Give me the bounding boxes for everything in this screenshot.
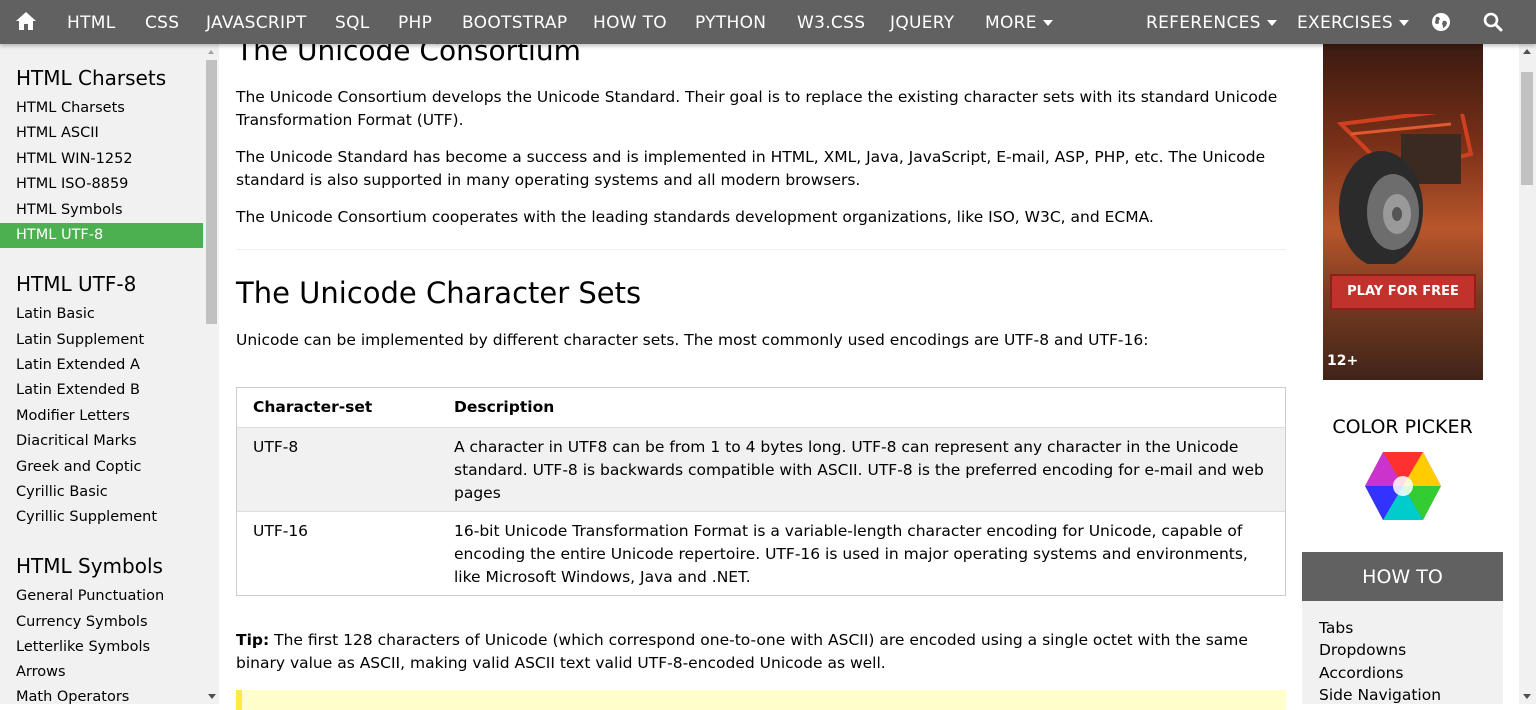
caret-down-icon (1266, 20, 1277, 26)
sidebar-item-cyrillic-supplement[interactable]: Cyrillic Supplement (0, 505, 203, 530)
sidebar: HTML Charsets HTML Charsets HTML ASCII H… (0, 44, 219, 704)
sidebar-item-arrows[interactable]: Arrows (0, 660, 203, 685)
page-scrollbar[interactable] (1519, 44, 1536, 704)
sidebar-item-math-operators[interactable]: Math Operators (0, 685, 203, 704)
sidebar-heading-charsets: HTML Charsets (16, 66, 167, 90)
nav-python[interactable]: PYTHON (695, 0, 766, 44)
howto-item-accordions[interactable]: Accordions (1319, 664, 1404, 682)
tip-paragraph: Tip: The first 128 characters of Unicode… (236, 629, 1286, 675)
nav-html[interactable]: HTML (67, 0, 116, 44)
nav-howto[interactable]: HOW TO (593, 0, 667, 44)
color-picker-label[interactable]: COLOR PICKER (1302, 416, 1503, 438)
divider (236, 249, 1286, 250)
advertisement[interactable]: PLAY FOR FREE 12+ (1323, 44, 1483, 380)
nav-more[interactable]: MORE (985, 0, 1053, 44)
tip-text: The first 128 characters of Unicode (whi… (236, 631, 1248, 672)
sidebar-item-html-symbols[interactable]: HTML Symbols (0, 198, 203, 223)
howto-item-dropdowns[interactable]: Dropdowns (1319, 641, 1406, 659)
sidebar-item-html-charsets[interactable]: HTML Charsets (0, 96, 203, 121)
scroll-up-arrow-icon[interactable] (1523, 49, 1531, 54)
sidebar-item-latin-extended-b[interactable]: Latin Extended B (0, 378, 203, 403)
nav-exercises-label: EXERCISES (1297, 13, 1394, 33)
sidebar-heading-symbols: HTML Symbols (16, 554, 163, 578)
caret-down-icon (1042, 20, 1053, 26)
howto-item-tabs[interactable]: Tabs (1319, 619, 1353, 637)
table-cell-description: 16-bit Unicode Transformation Format is … (454, 522, 1248, 586)
nav-references-label: REFERENCES (1146, 13, 1261, 33)
sidebar-item-modifier-letters[interactable]: Modifier Letters (0, 404, 203, 429)
paragraph-consortium-1: The Unicode Consortium develops the Unic… (236, 88, 1278, 129)
paragraph-sets-intro: Unicode can be implemented by different … (236, 331, 1149, 349)
sidebar-item-html-utf-8[interactable]: HTML UTF-8 (0, 223, 203, 248)
nav-css[interactable]: CSS (145, 0, 179, 44)
table-cell-charset: UTF-8 (253, 438, 299, 456)
tip-label: Tip: (236, 631, 270, 649)
nav-exercises[interactable]: EXERCISES (1297, 0, 1410, 44)
home-icon[interactable] (15, 11, 37, 31)
howto-item-side-navigation[interactable]: Side Navigation (1319, 686, 1441, 704)
scroll-down-arrow-icon[interactable] (208, 694, 216, 699)
table-row: UTF-8 A character in UTF8 can be from 1 … (237, 428, 1285, 512)
caret-down-icon (1399, 20, 1410, 26)
sidebar-item-greek-coptic[interactable]: Greek and Coptic (0, 455, 203, 480)
nav-php[interactable]: PHP (398, 0, 432, 44)
sidebar-item-latin-extended-a[interactable]: Latin Extended A (0, 353, 203, 378)
nav-javascript[interactable]: JAVASCRIPT (206, 0, 307, 44)
howto-panel: HOW TO Tabs Dropdowns Accordions Side Na… (1302, 552, 1503, 704)
nav-more-label: MORE (985, 13, 1037, 33)
nav-references[interactable]: REFERENCES (1146, 0, 1277, 44)
sidebar-scroll-thumb[interactable] (206, 60, 217, 324)
sidebar-scrollbar[interactable] (204, 44, 219, 704)
note-box (236, 690, 1286, 710)
sidebar-item-html-iso-8859[interactable]: HTML ISO-8859 (0, 172, 203, 197)
sidebar-heading-utf8: HTML UTF-8 (16, 272, 137, 296)
scroll-down-arrow-icon[interactable] (1523, 694, 1531, 699)
nav-w3css[interactable]: W3.CSS (797, 0, 865, 44)
search-icon[interactable] (1483, 12, 1503, 32)
paragraph-consortium-3: The Unicode Consortium cooperates with t… (236, 208, 1154, 226)
sidebar-item-cyrillic-basic[interactable]: Cyrillic Basic (0, 480, 203, 505)
sidebar-item-currency-symbols[interactable]: Currency Symbols (0, 610, 203, 635)
sidebar-item-latin-basic[interactable]: Latin Basic (0, 302, 203, 327)
charset-table: Character-set Description UTF-8 A charac… (236, 387, 1286, 596)
top-navigation: HTML CSS JAVASCRIPT SQL PHP BOOTSTRAP HO… (0, 0, 1536, 44)
table-header-cell: Description (454, 398, 555, 416)
table-header-row: Character-set Description (237, 388, 1285, 428)
sidebar-item-latin-supplement[interactable]: Latin Supplement (0, 328, 203, 353)
color-picker-icon[interactable] (1364, 451, 1442, 521)
nav-bootstrap[interactable]: BOOTSTRAP (462, 0, 567, 44)
nav-jquery[interactable]: JQUERY (890, 0, 955, 44)
page-scroll-thumb[interactable] (1521, 72, 1533, 185)
globe-icon[interactable] (1431, 12, 1451, 32)
paragraph-consortium-2: The Unicode Standard has become a succes… (236, 148, 1266, 189)
table-row: UTF-16 16-bit Unicode Transformation For… (237, 512, 1285, 595)
heading-character-sets: The Unicode Character Sets (236, 276, 642, 310)
sidebar-item-html-ascii[interactable]: HTML ASCII (0, 121, 203, 146)
play-for-free-button[interactable]: PLAY FOR FREE (1330, 274, 1476, 310)
howto-title[interactable]: HOW TO (1302, 552, 1503, 601)
age-rating-badge: 12+ (1327, 353, 1359, 369)
table-cell-description: A character in UTF8 can be from 1 to 4 b… (454, 438, 1264, 502)
table-header-cell: Character-set (253, 398, 373, 416)
sidebar-item-diacritical-marks[interactable]: Diacritical Marks (0, 429, 203, 454)
scroll-up-arrow-icon[interactable] (208, 50, 214, 54)
nav-sql[interactable]: SQL (335, 0, 370, 44)
table-cell-charset: UTF-16 (253, 522, 309, 540)
sidebar-item-html-win-1252[interactable]: HTML WIN-1252 (0, 147, 203, 172)
sidebar-item-general-punctuation[interactable]: General Punctuation (0, 584, 203, 609)
ad-image (1336, 114, 1474, 264)
sidebar-item-letterlike-symbols[interactable]: Letterlike Symbols (0, 635, 203, 660)
